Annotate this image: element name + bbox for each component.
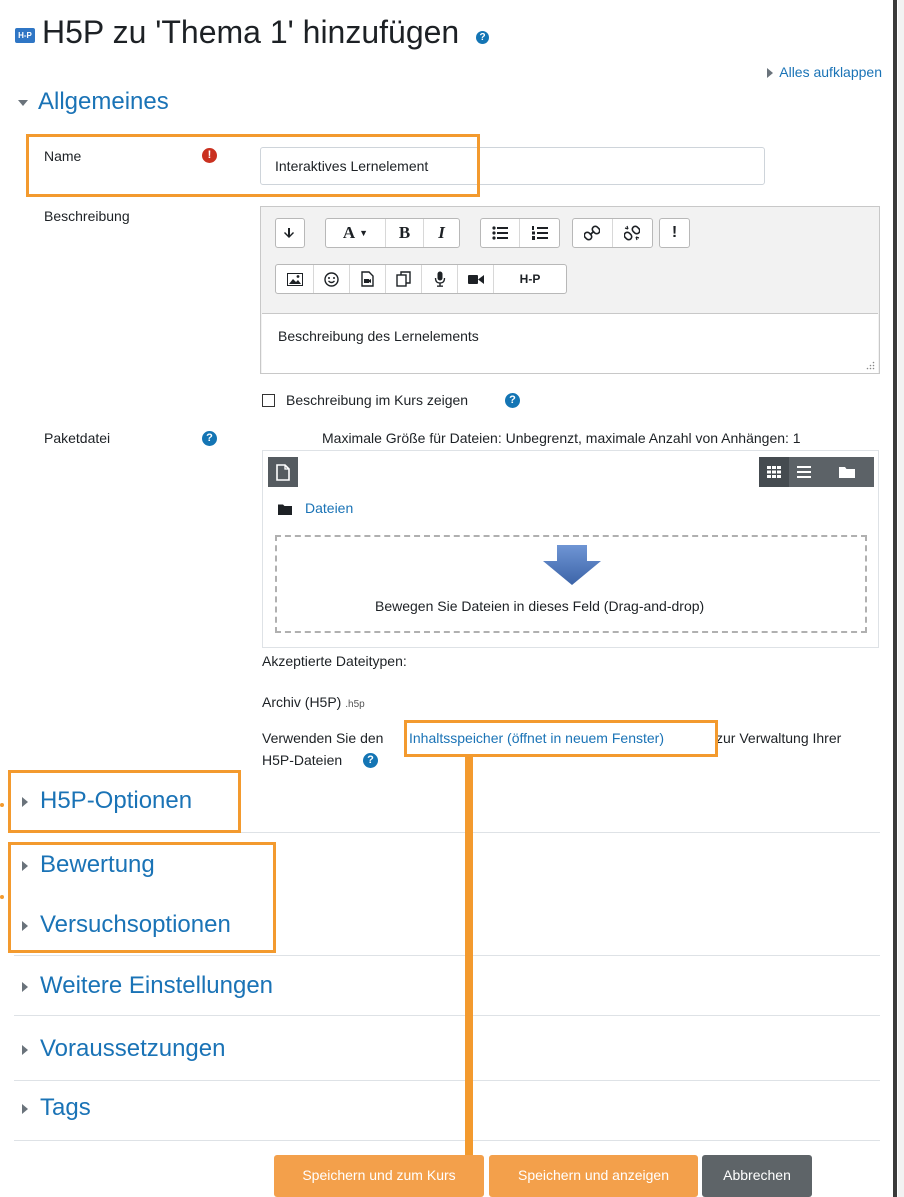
- collapse-triangle-icon: [18, 99, 28, 106]
- link-icon[interactable]: [573, 219, 613, 247]
- content-bank-suffix: zur Verwaltung Ihrer: [716, 730, 842, 746]
- folder-icon: [838, 467, 855, 478]
- expand-triangle-icon: [22, 1044, 28, 1055]
- package-file-label: Paketdatei: [44, 430, 111, 446]
- content-bank-prefix: Verwenden Sie den: [262, 730, 384, 746]
- h5p-icon[interactable]: H-P: [494, 265, 566, 293]
- highlight-marker: [0, 895, 4, 899]
- copy-icon[interactable]: [386, 265, 422, 293]
- show-description-help-icon[interactable]: ?: [505, 393, 520, 408]
- description-textarea[interactable]: Beschreibung des Lernelements: [262, 313, 878, 373]
- media-icon[interactable]: [350, 265, 386, 293]
- emoji-alert-icon[interactable]: !: [660, 219, 689, 247]
- package-file-help-icon[interactable]: ?: [202, 431, 217, 446]
- file-icon: [276, 463, 290, 481]
- expand-icon[interactable]: [276, 219, 304, 247]
- divider: [14, 1015, 880, 1016]
- content-bank-line: Verwenden Sie den: [262, 730, 383, 746]
- save-display-button[interactable]: Speichern und anzeigen: [489, 1155, 698, 1197]
- chevron-down-icon: ▼: [359, 228, 369, 238]
- section-tags[interactable]: Tags: [22, 1094, 91, 1122]
- highlight-h5p-options: [8, 770, 241, 833]
- title-help-icon[interactable]: ?: [476, 31, 489, 44]
- section-more-settings[interactable]: Weitere Einstellungen: [22, 972, 273, 1000]
- video-icon[interactable]: [458, 265, 494, 293]
- font-size-letter: A: [342, 223, 356, 242]
- accepted-type-extension: .h5p: [345, 699, 365, 710]
- highlight-grading-attempts: [8, 842, 276, 953]
- show-description-label: Beschreibung im Kurs zeigen: [286, 392, 469, 408]
- italic-icon[interactable]: I: [424, 219, 459, 247]
- description-label: Beschreibung: [44, 208, 130, 224]
- ordered-list-icon[interactable]: [520, 219, 559, 247]
- accepted-type-name: Archiv (H5P): [262, 694, 342, 710]
- toolbar-group-2: A ▼ B I: [325, 218, 460, 248]
- expand-all-label: Alles aufklappen: [779, 64, 882, 80]
- view-icons-button[interactable]: [759, 457, 789, 487]
- section-restrictions[interactable]: Voraussetzungen: [22, 1035, 225, 1063]
- highlight-name: [26, 134, 480, 197]
- content-bank-help-icon[interactable]: ?: [363, 753, 378, 768]
- divider: [14, 1080, 880, 1081]
- window-border-outer: [898, 0, 904, 1197]
- section-title: Tags: [40, 1094, 91, 1121]
- unlink-icon[interactable]: [613, 219, 653, 247]
- list-icon: [797, 466, 811, 478]
- font-size-icon[interactable]: A ▼: [326, 219, 386, 247]
- section-title: Weitere Einstellungen: [40, 972, 274, 999]
- folder-icon: [278, 504, 292, 515]
- section-general-title: Allgemeines: [38, 88, 169, 115]
- section-general-toggle[interactable]: Allgemeines: [18, 88, 169, 116]
- toolbar-group-6: H-P: [275, 264, 567, 294]
- toolbar-group-3: [480, 218, 560, 248]
- highlight-connector: [465, 757, 473, 1197]
- highlight-content-bank: [404, 720, 718, 757]
- view-tree-button[interactable]: [819, 457, 874, 487]
- highlight-marker: [0, 803, 4, 807]
- cancel-button[interactable]: Abbrechen: [702, 1155, 812, 1197]
- expand-triangle-icon: [767, 68, 774, 79]
- files-folder-link[interactable]: Dateien: [305, 500, 353, 516]
- page-title: H5P zu 'Thema 1' hinzufügen: [42, 14, 460, 50]
- save-return-button[interactable]: Speichern und zum Kurs: [274, 1155, 484, 1197]
- microphone-icon[interactable]: [422, 265, 458, 293]
- window-border: [893, 0, 897, 1197]
- bold-icon[interactable]: B: [386, 219, 424, 247]
- toolbar-group-5: !: [659, 218, 690, 248]
- expand-all-link[interactable]: Alles aufklappen: [767, 64, 882, 80]
- show-description-checkbox[interactable]: [262, 394, 275, 407]
- expand-triangle-icon: [22, 981, 28, 992]
- view-list-button[interactable]: [789, 457, 819, 487]
- grid-icon: [767, 466, 781, 478]
- expand-triangle-icon: [22, 1103, 28, 1114]
- resize-handle-icon[interactable]: [866, 361, 875, 370]
- content-bank-line2: H5P-Dateien: [262, 752, 343, 768]
- unordered-list-icon[interactable]: [481, 219, 520, 247]
- add-file-button[interactable]: [268, 457, 298, 487]
- accepted-types-label: Akzeptierte Dateitypen:: [262, 653, 407, 669]
- emoji-icon[interactable]: [314, 265, 350, 293]
- file-limits-text: Maximale Größe für Dateien: Unbegrenzt, …: [322, 430, 801, 446]
- divider: [14, 1140, 880, 1141]
- toolbar-group-4: [572, 218, 653, 248]
- drop-zone-text: Bewegen Sie Dateien in dieses Feld (Drag…: [375, 598, 705, 614]
- toolbar-group-1: [275, 218, 305, 248]
- divider: [14, 955, 880, 956]
- section-title: Voraussetzungen: [40, 1035, 226, 1062]
- drop-arrow-icon: [543, 545, 601, 585]
- accepted-type: Archiv (H5P) .h5p: [262, 694, 365, 710]
- image-icon[interactable]: [276, 265, 314, 293]
- h5p-logo-icon: H-P: [15, 28, 35, 43]
